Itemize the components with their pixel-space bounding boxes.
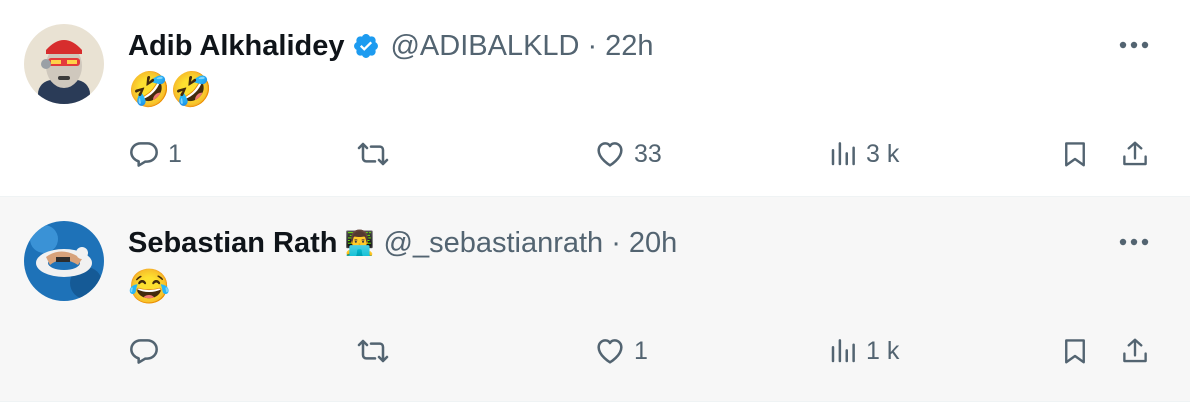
- like-count: 1: [634, 336, 648, 365]
- views-chart-icon: [831, 339, 855, 363]
- views-button[interactable]: 3 k: [828, 130, 899, 178]
- reply-icon: [130, 142, 158, 167]
- retweet-icon: [357, 339, 389, 363]
- retweet-button[interactable]: [356, 327, 398, 375]
- more-options-icon[interactable]: [1114, 227, 1154, 257]
- heart-icon: [597, 142, 623, 167]
- avatar[interactable]: [24, 221, 104, 301]
- share-icon: [1123, 141, 1147, 166]
- reply-button[interactable]: [128, 327, 168, 375]
- share-button[interactable]: [1120, 327, 1150, 375]
- technologist-emoji-icon: 👨‍💻: [344, 229, 375, 257]
- reply-button[interactable]: 1: [128, 130, 182, 178]
- like-count: 33: [634, 139, 662, 168]
- verified-badge-icon: [352, 32, 380, 60]
- separator-dot: ·: [587, 29, 598, 62]
- more-options-icon[interactable]: [1114, 30, 1154, 60]
- author-name[interactable]: Adib Alkhalidey: [128, 30, 344, 63]
- retweet-button[interactable]: [356, 130, 398, 178]
- author-handle[interactable]: @ADIBALKLD: [390, 30, 579, 63]
- reply-count: 1: [168, 139, 182, 168]
- views-button[interactable]: 1 k: [828, 327, 899, 375]
- separator-dot: ·: [611, 226, 621, 259]
- avatar[interactable]: [24, 24, 104, 104]
- views-chart-icon: [831, 142, 855, 166]
- author-handle[interactable]: @_sebastianrath: [384, 227, 604, 260]
- tweet-actions: 1 33 3 k: [128, 130, 1158, 178]
- tweet-text: 😂: [128, 268, 171, 306]
- share-icon: [1123, 338, 1147, 363]
- like-button[interactable]: 1: [594, 327, 648, 375]
- tweet-card[interactable]: Adib Alkhalidey @ADIBALKLD · 22h 🤣🤣 1 33…: [0, 0, 1190, 197]
- bookmark-icon: [1065, 142, 1085, 167]
- bookmark-button[interactable]: [1060, 130, 1090, 178]
- tweet-actions: 1 1 k: [128, 327, 1158, 375]
- timestamp[interactable]: 20h: [629, 227, 677, 260]
- bookmark-icon: [1065, 339, 1085, 364]
- share-button[interactable]: [1120, 130, 1150, 178]
- like-button[interactable]: 33: [594, 130, 662, 178]
- author-name[interactable]: Sebastian Rath: [128, 227, 338, 260]
- reply-icon: [130, 339, 158, 364]
- views-count: 3 k: [866, 139, 900, 168]
- tweet-header: Sebastian Rath 👨‍💻 @_sebastianrath · 20h: [128, 221, 677, 265]
- timestamp[interactable]: 22h: [605, 30, 653, 63]
- bookmark-button[interactable]: [1060, 327, 1090, 375]
- heart-icon: [597, 339, 623, 364]
- retweet-icon: [357, 142, 389, 166]
- tweet-header: Adib Alkhalidey @ADIBALKLD · 22h: [128, 24, 654, 68]
- tweet-text: 🤣🤣: [128, 71, 213, 109]
- tweet-card[interactable]: Sebastian Rath 👨‍💻 @_sebastianrath · 20h…: [0, 197, 1190, 402]
- views-count: 1 k: [866, 336, 900, 365]
